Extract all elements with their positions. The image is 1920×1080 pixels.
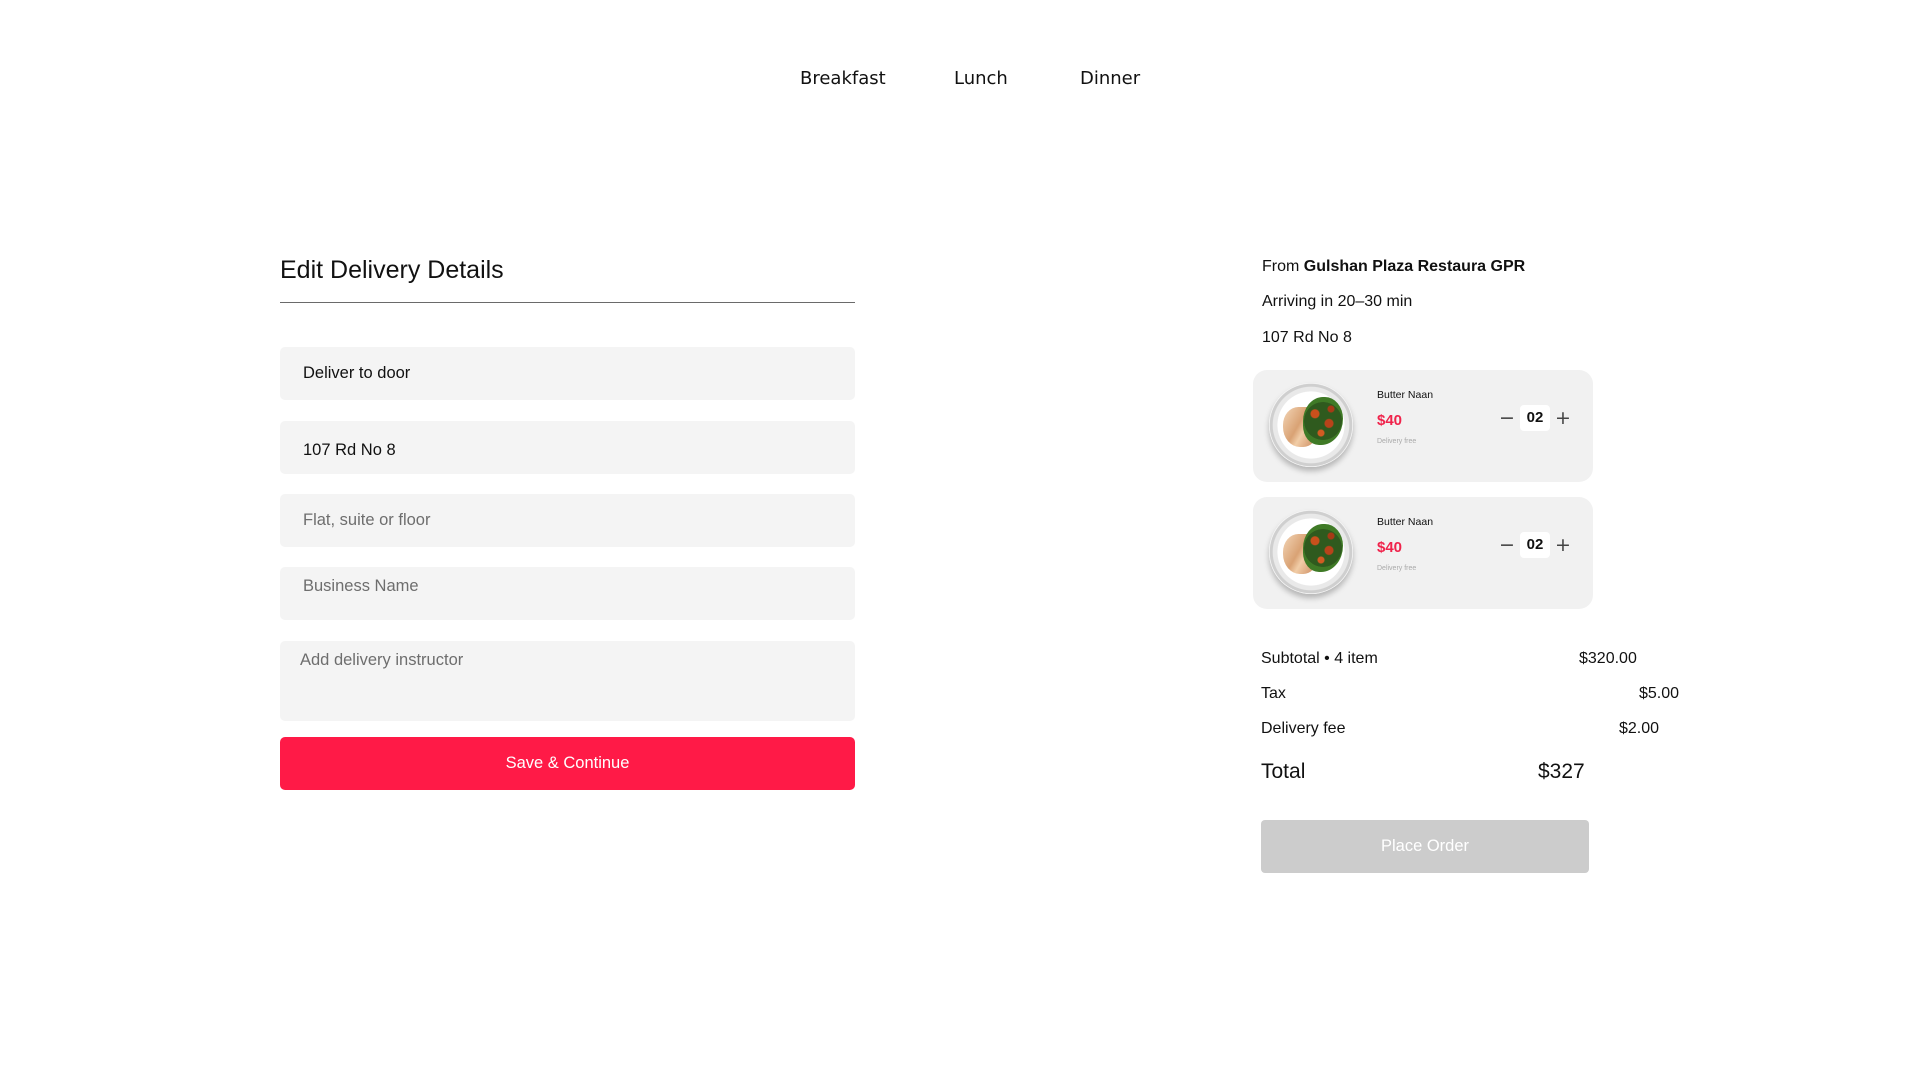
cart-item: Butter Naan $40 Delivery free − 02 +	[1253, 370, 1593, 482]
delivery-details-form: Edit Delivery Details Save & Continue	[280, 255, 855, 790]
flat-suite-floor-field[interactable]	[280, 494, 855, 547]
item-price: $40	[1377, 412, 1403, 429]
item-delivery-note: Delivery free	[1377, 565, 1417, 572]
tax-label: Tax	[1261, 685, 1286, 702]
total-label: Total	[1261, 760, 1306, 783]
item-name: Butter Naan	[1377, 516, 1434, 528]
subtotal-value: $320.00	[1579, 650, 1637, 667]
food-image	[1269, 383, 1353, 467]
delivery-fee-value: $2.00	[1619, 720, 1660, 737]
restaurant-line: From Gulshan Plaza Restaura GPR	[1262, 258, 1525, 276]
place-order-button[interactable]: Place Order	[1261, 820, 1589, 873]
cart-item: Butter Naan $40 Delivery free − 02 +	[1253, 497, 1593, 609]
restaurant-name: Gulshan Plaza Restaura GPR	[1303, 258, 1526, 275]
item-name: Butter Naan	[1377, 389, 1434, 401]
quantity-value: 02	[1520, 405, 1550, 431]
address-field[interactable]	[280, 421, 855, 474]
delivery-address: 107 Rd No 8	[1262, 329, 1352, 346]
decrease-quantity-icon[interactable]: −	[1498, 408, 1516, 428]
arrival-time: Arriving in 20–30 min	[1262, 293, 1413, 310]
delivery-instructions-field[interactable]	[280, 641, 855, 721]
save-continue-button[interactable]: Save & Continue	[280, 737, 855, 790]
subtotal-label: Subtotal • 4 item	[1261, 650, 1378, 667]
from-prefix: From	[1262, 258, 1304, 275]
food-image	[1269, 510, 1353, 594]
nav-item-breakfast[interactable]: Breakfast	[800, 68, 886, 89]
nav-item-dinner[interactable]: Dinner	[1080, 68, 1140, 89]
decrease-quantity-icon[interactable]: −	[1498, 535, 1516, 555]
increase-quantity-icon[interactable]: +	[1554, 535, 1572, 555]
delivery-option-field[interactable]	[280, 347, 855, 400]
item-delivery-note: Delivery free	[1377, 438, 1417, 445]
tax-value: $5.00	[1639, 685, 1680, 702]
title-divider	[280, 302, 855, 303]
nav-item-lunch[interactable]: Lunch	[954, 68, 1008, 89]
increase-quantity-icon[interactable]: +	[1554, 408, 1572, 428]
total-value: $327	[1538, 760, 1585, 783]
form-title: Edit Delivery Details	[280, 256, 504, 284]
item-price: $40	[1377, 539, 1403, 556]
quantity-value: 02	[1520, 532, 1550, 558]
business-name-field[interactable]	[280, 567, 855, 620]
delivery-fee-label: Delivery fee	[1261, 720, 1346, 737]
